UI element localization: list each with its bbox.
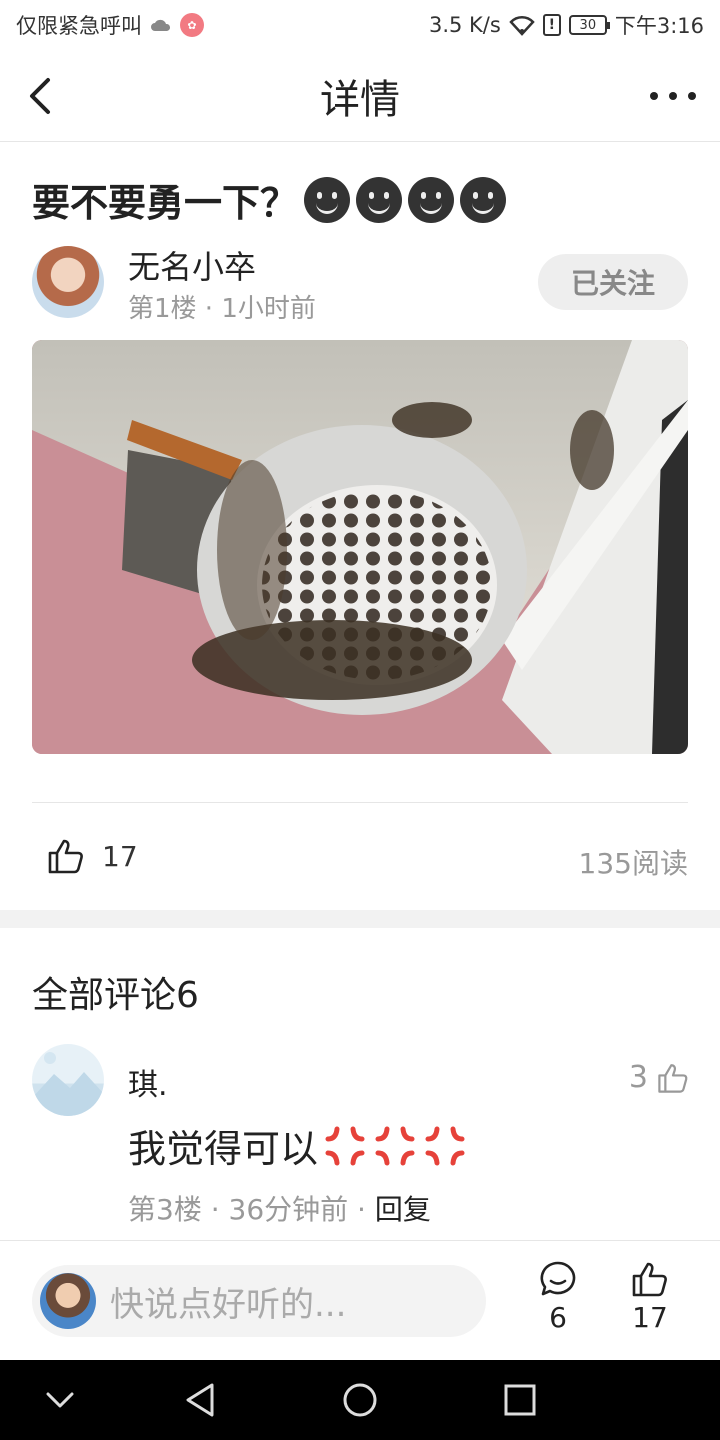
- more-button[interactable]: [650, 84, 696, 108]
- system-nav-icons: [46, 1383, 536, 1417]
- read-count: 135阅读: [578, 847, 688, 880]
- cloud-icon: [151, 19, 171, 31]
- carrier-text: 仅限紧急呼叫: [16, 14, 142, 38]
- reply-button[interactable]: 回复: [375, 1193, 431, 1226]
- bottom-action-bar: 快说点好听的... 6 17: [0, 1240, 720, 1360]
- comment-like-count: 3: [628, 1060, 648, 1095]
- wifi-icon: [509, 15, 535, 36]
- post-meta: 第1楼 · 1小时前: [128, 294, 316, 324]
- anger-emoji-icon: [325, 1126, 365, 1165]
- app-notification-icon: ✿: [180, 13, 204, 37]
- nav-bar: 详情: [0, 50, 720, 142]
- post-image[interactable]: [32, 340, 688, 754]
- clock: 下午3:16: [614, 14, 704, 38]
- commenter-name[interactable]: 琪.: [128, 1060, 168, 1104]
- post-title-text: 要不要勇一下？: [32, 181, 299, 225]
- smile-emoji-icon: [356, 176, 403, 223]
- thumb-up-icon: [48, 839, 83, 874]
- thumb-up-icon: [632, 1262, 667, 1297]
- back-button[interactable]: [22, 74, 62, 118]
- post-title: 要不要勇一下？: [32, 172, 692, 227]
- more-dot: [669, 92, 677, 100]
- sim-alert-icon: !: [542, 14, 561, 36]
- smile-emoji-icon: [304, 176, 351, 223]
- page-title: 详情: [320, 76, 400, 123]
- status-left: 仅限紧急呼叫 ✿: [16, 10, 204, 40]
- comment-like-button[interactable]: 3: [629, 1060, 690, 1095]
- comment-body: 我觉得可以: [128, 1127, 319, 1171]
- more-dot: [688, 92, 696, 100]
- commenter-avatar[interactable]: [32, 1044, 104, 1116]
- battery-icon: 30: [568, 15, 610, 35]
- system-navigation-bar: [0, 1360, 720, 1440]
- comment-count: 6: [549, 1301, 567, 1334]
- comments-heading: 全部评论6: [32, 975, 199, 1016]
- chevron-left-icon: [30, 78, 50, 114]
- post-like-count: 17: [102, 839, 138, 873]
- network-speed: 3.5 K/s: [428, 13, 501, 37]
- author-name[interactable]: 无名小卒: [128, 242, 256, 288]
- comment-meta-text: 第3楼 · 36分钟前 ·: [128, 1193, 375, 1226]
- wasp-nest-photo: [32, 340, 688, 754]
- comments-button[interactable]: 6: [528, 1259, 588, 1334]
- anger-emoji-icon: [425, 1126, 465, 1165]
- comment-input-placeholder: 快说点好听的...: [110, 1284, 347, 1325]
- divider: [32, 802, 688, 803]
- status-bar: 仅限紧急呼叫 ✿ 3.5 K/s ! 30 下午3:16: [0, 0, 720, 50]
- more-dots-icon: [650, 92, 658, 100]
- follow-button[interactable]: 已关注: [538, 254, 688, 310]
- my-avatar: [40, 1273, 96, 1329]
- smile-emoji-icon: [408, 176, 455, 223]
- comment-text: 我觉得可以: [128, 1118, 468, 1173]
- status-right: 3.5 K/s ! 30 下午3:16: [429, 10, 704, 40]
- section-separator: [0, 910, 720, 928]
- bottom-like-button[interactable]: 17: [620, 1259, 680, 1334]
- anger-emoji-icon: [375, 1126, 415, 1165]
- mountain-avatar-image: [32, 1052, 104, 1116]
- post-like-button[interactable]: 17: [46, 836, 138, 876]
- speech-bubble-icon: [540, 1261, 576, 1296]
- comment-input[interactable]: 快说点好听的...: [32, 1265, 486, 1337]
- author-avatar[interactable]: [32, 246, 104, 318]
- comment-meta: 第3楼 · 36分钟前 · 回复: [128, 1188, 431, 1228]
- thumb-up-icon: [658, 1063, 688, 1093]
- bottom-like-count: 17: [632, 1301, 668, 1334]
- smile-emoji-icon: [460, 176, 507, 223]
